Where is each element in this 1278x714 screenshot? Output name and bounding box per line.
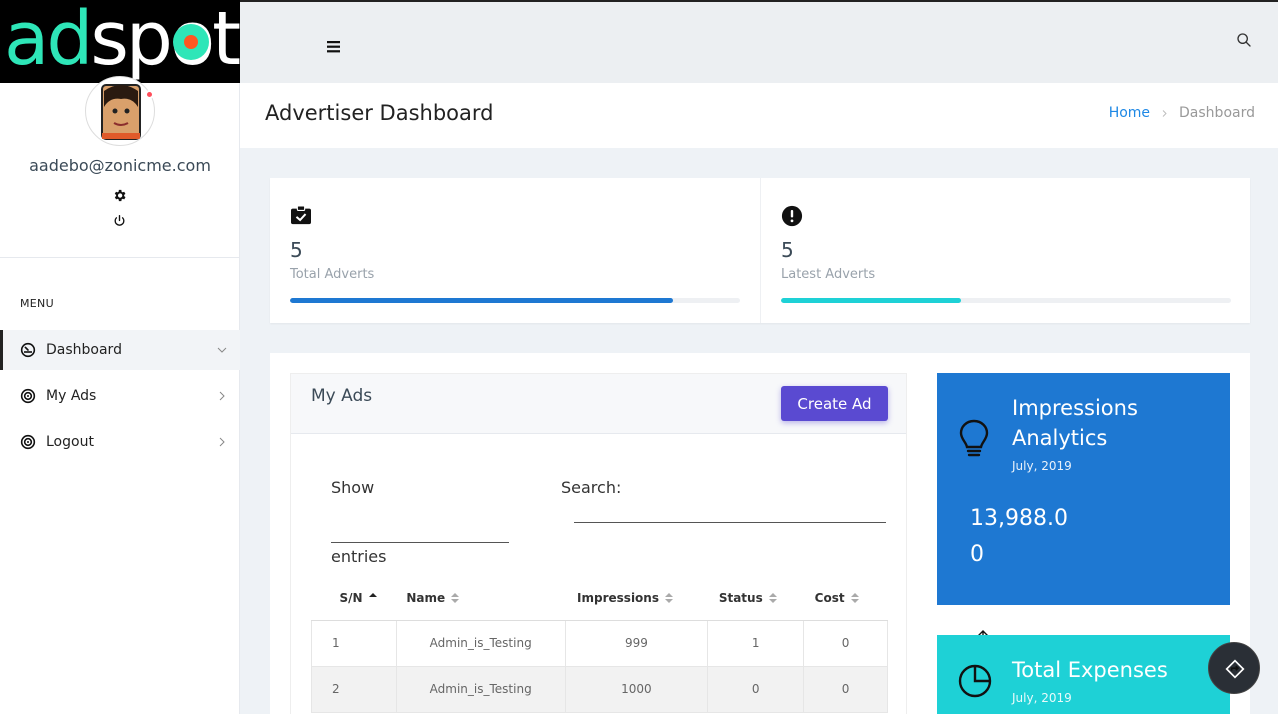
pie-chart-icon <box>957 663 993 703</box>
show-entries-label: Show <box>331 478 375 497</box>
table-cell: 1 <box>311 620 397 667</box>
gear-icon[interactable] <box>112 188 127 207</box>
stats-card: 5 Total Adverts 5 Latest Adverts <box>270 178 1250 323</box>
hamburger-menu-icon[interactable] <box>327 38 341 57</box>
progress-bar <box>290 298 740 303</box>
create-ad-button[interactable]: Create Ad <box>781 386 888 421</box>
entries-label: entries <box>331 547 387 566</box>
table-cell: Admin_is_Testing <box>396 666 566 713</box>
table-cell: 0 <box>803 666 888 713</box>
topbar <box>240 0 1278 83</box>
sidebar-item-label: Logout <box>46 434 94 450</box>
brand-logo[interactable]: adspot <box>0 0 240 83</box>
widget-title: Impressions Analytics <box>1012 396 1138 450</box>
column-label: Name <box>406 590 446 605</box>
page-title: Advertiser Dashboard <box>265 101 494 125</box>
progress-bar <box>781 298 1231 303</box>
target-icon <box>20 388 36 404</box>
logo-dot-icon <box>173 24 209 60</box>
column-header-impressions[interactable]: Impressions <box>565 576 708 621</box>
online-status-dot <box>145 90 154 99</box>
search-input[interactable] <box>574 522 886 523</box>
table-cell: 1000 <box>565 666 709 713</box>
column-label: Status <box>718 590 763 605</box>
impressions-analytics-widget: Impressions Analytics July, 2019 13,988.… <box>937 373 1230 643</box>
sidebar-item-label: Dashboard <box>46 342 122 358</box>
table-cell: 0 <box>707 666 805 713</box>
sort-icon <box>768 593 777 604</box>
column-label: Impressions <box>577 590 659 605</box>
column-header-cost[interactable]: Cost <box>803 576 888 621</box>
dashboard-gauge-icon <box>20 342 36 358</box>
chevron-right-icon <box>1162 109 1167 117</box>
power-icon[interactable] <box>113 212 126 231</box>
my-ads-card: My Ads Create Ad Show entries Search: S/… <box>290 373 907 714</box>
table-row[interactable]: 2 Admin_is_Testing 1000 0 0 <box>311 666 888 713</box>
search-icon[interactable] <box>1236 32 1252 52</box>
sidebar-item-label: My Ads <box>46 388 97 404</box>
sidebar-item-dashboard[interactable]: Dashboard <box>0 330 240 370</box>
alert-circle-icon <box>781 205 803 231</box>
sort-icon <box>850 593 859 604</box>
floating-action-button[interactable] <box>1208 642 1260 694</box>
breadcrumb-home-link[interactable]: Home <box>1109 105 1150 121</box>
sort-asc-icon <box>368 593 377 598</box>
table-cell: 1 <box>707 620 805 667</box>
my-ads-title: My Ads <box>311 386 373 406</box>
progress-fill <box>290 298 673 303</box>
widget-value: 13,988.00 <box>957 501 1077 643</box>
chevron-right-icon <box>219 391 225 401</box>
chevron-right-icon <box>219 437 225 447</box>
directions-icon <box>1225 659 1245 679</box>
column-label: S/N <box>339 590 363 605</box>
total-expenses-widget: Total Expenses July, 2019 <box>937 635 1230 714</box>
stat-label: Latest Adverts <box>781 267 876 282</box>
table-cell: 0 <box>803 620 888 667</box>
sidebar-divider <box>0 257 240 258</box>
target-icon <box>20 434 36 450</box>
widget-date: July, 2019 <box>1012 459 1072 473</box>
page-header: Advertiser Dashboard Home Dashboard <box>240 83 1278 148</box>
stat-label: Total Adverts <box>290 267 375 282</box>
stat-total-adverts: 5 Total Adverts <box>270 178 760 323</box>
column-label: Cost <box>814 590 845 605</box>
column-header-name[interactable]: Name <box>396 576 566 621</box>
lightbulb-icon <box>957 418 991 462</box>
table-header-row: S/N Name Impressions Status Cost <box>311 576 888 621</box>
sidebar: adspot aadebo@zonicme.com MENU Dashboard… <box>0 0 240 714</box>
my-ads-header: My Ads Create Ad <box>291 374 906 434</box>
sidebar-item-logout[interactable]: Logout <box>0 422 240 462</box>
table-row[interactable]: 1 Admin_is_Testing 999 1 0 <box>311 620 888 667</box>
sort-icon <box>451 593 460 604</box>
breadcrumb-current: Dashboard <box>1179 105 1255 121</box>
clipboard-check-icon <box>290 205 312 229</box>
avatar[interactable] <box>85 76 155 146</box>
menu-section-label: MENU <box>20 297 54 310</box>
stat-latest-adverts: 5 Latest Adverts <box>760 178 1250 323</box>
table-cell: 999 <box>565 620 709 667</box>
progress-fill <box>781 298 961 303</box>
table-cell: Admin_is_Testing <box>396 620 566 667</box>
widget-title: Total Expenses <box>1012 658 1168 682</box>
stat-value: 5 <box>290 238 303 262</box>
column-header-sn[interactable]: S/N <box>311 576 397 621</box>
chevron-down-icon <box>217 347 227 353</box>
column-header-status[interactable]: Status <box>707 576 804 621</box>
search-label: Search: <box>561 478 622 497</box>
ads-table: S/N Name Impressions Status Cost 1 Admin… <box>311 576 888 713</box>
entries-select[interactable] <box>331 542 509 543</box>
widget-date: July, 2019 <box>1012 691 1072 705</box>
stat-value: 5 <box>781 238 794 262</box>
breadcrumb: Home Dashboard <box>1109 105 1255 121</box>
sort-icon <box>665 593 673 604</box>
logo-ad-text: ad <box>4 0 93 82</box>
sidebar-item-my-ads[interactable]: My Ads <box>0 376 240 416</box>
logo-spot-text: spot <box>90 0 240 82</box>
user-email: aadebo@zonicme.com <box>29 156 211 175</box>
table-cell: 2 <box>311 666 397 713</box>
widget-value-text: 13,988.00 <box>970 506 1068 567</box>
